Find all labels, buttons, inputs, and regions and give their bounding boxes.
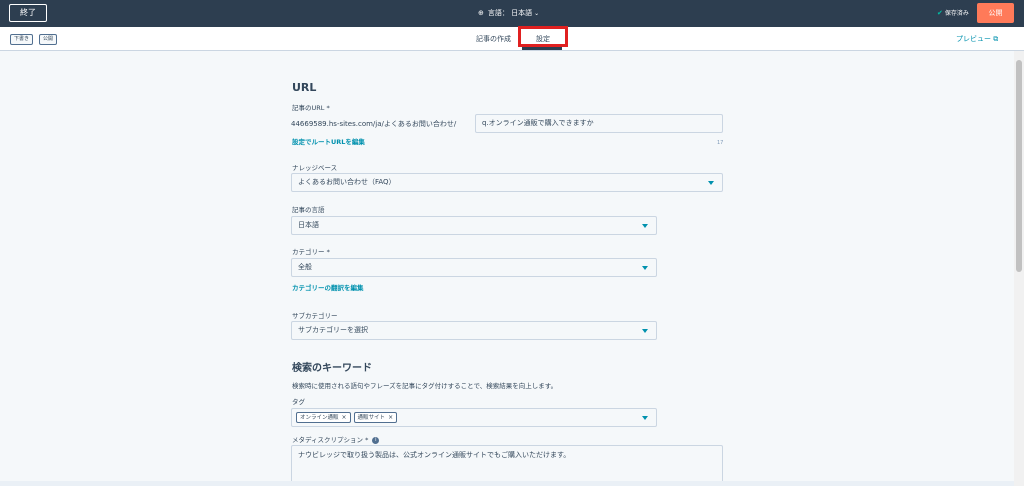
edit-root-url-link[interactable]: 設定でルートURLを編集 [292,136,365,146]
tags-input[interactable]: オンライン通販 × 通販サイト × [291,408,657,427]
knowledge-base-value: よくあるお問い合わせ（FAQ） [298,178,396,186]
tags-label: タグ [292,398,305,406]
url-slug-input[interactable]: q.オンライン通販で購入できますか [475,114,723,133]
saved-label: 保存済み [944,10,969,17]
slug-char-count: 17 [717,140,724,146]
preview-label: プレビュー [956,35,991,43]
external-link-icon: ⧉ [993,35,999,43]
top-bar: 終了 ⊕ 言語： 日本語 ⌄ ✔ 保存済み 公開 [0,0,1024,27]
language-selector[interactable]: ⊕ 言語： 日本語 ⌄ [478,8,539,18]
article-language-select[interactable]: 日本語 [291,216,657,235]
article-url-label-text: 記事のURL [292,104,325,112]
remove-tag-icon[interactable]: × [342,414,347,421]
url-prefix: 44669589.hs-sites.com/ja/よくあるお問い合わせ/ [291,120,457,128]
bottom-strip [0,481,1014,486]
article-url-label: 記事のURL * [292,102,330,112]
check-icon: ✔ [937,9,943,17]
caret-down-icon [642,266,648,270]
tab-compose-article[interactable]: 記事の作成 [476,34,511,44]
caret-down-icon [642,224,648,228]
category-value: 全般 [298,263,312,271]
language-value: 日本語 [511,9,533,17]
remove-tag-icon[interactable]: × [388,414,393,421]
meta-description-label-text: メタディスクリプション [292,436,364,444]
edit-category-translation-link[interactable]: カテゴリーの翻訳を編集 [292,282,364,292]
article-language-label: 記事の言語 [292,206,325,214]
required-mark: * [326,104,330,112]
knowledge-base-label: ナレッジベース [292,164,338,172]
search-keywords-heading: 検索のキーワード [292,363,372,374]
tag-label: オンライン通販 [300,414,339,421]
caret-down-icon [708,181,714,185]
settings-form: URL 記事のURL * 44669589.hs-sites.com/ja/よく… [291,51,731,485]
subcategory-select[interactable]: サブカテゴリーを選択 [291,321,657,340]
scrollbar-thumb[interactable] [1016,60,1022,272]
search-keywords-description: 検索時に使用される語句やフレーズを記事にタグ付けすることで、検索結果を向上します… [292,382,558,390]
draft-status-chip[interactable]: 下書き [10,34,34,45]
tag-chip: オンライン通販 × [296,411,351,423]
tag-chip: 通販サイト × [353,411,398,423]
required-mark: * [326,248,330,256]
preview-link[interactable]: プレビュー ⧉ [956,34,998,44]
publish-button[interactable]: 公開 [977,3,1014,23]
subcategory-placeholder: サブカテゴリーを選択 [298,326,368,334]
category-label-text: カテゴリー [292,248,325,256]
published-status-chip[interactable]: 公開 [39,34,58,45]
chevron-down-icon: ⌄ [534,10,540,17]
active-tab-indicator [522,47,562,50]
category-label: カテゴリー * [292,246,330,256]
url-heading: URL [292,81,317,94]
meta-description-label: メタディスクリプション * i [292,434,380,444]
save-status: ✔ 保存済み [937,8,969,17]
globe-icon: ⊕ [478,9,484,17]
caret-down-icon [642,416,648,420]
settings-tab-highlight [518,26,568,47]
required-mark: * [365,436,369,444]
info-icon[interactable]: i [372,436,380,444]
exit-button[interactable]: 終了 [9,4,47,22]
subcategory-label: サブカテゴリー [292,312,338,320]
article-language-value: 日本語 [298,221,319,229]
caret-down-icon [642,329,648,333]
editor-subbar: 下書き 公開 記事の作成 設定 プレビュー ⧉ [0,27,1024,51]
tag-label: 通販サイト [357,414,386,421]
language-label: 言語： [487,9,509,17]
knowledge-base-select[interactable]: よくあるお問い合わせ（FAQ） [291,173,723,192]
category-select[interactable]: 全般 [291,258,657,277]
meta-description-textarea[interactable]: ナウビレッジで取り扱う製品は、公式オンライン通販サイトでもご購入いただけます。 [291,445,723,485]
